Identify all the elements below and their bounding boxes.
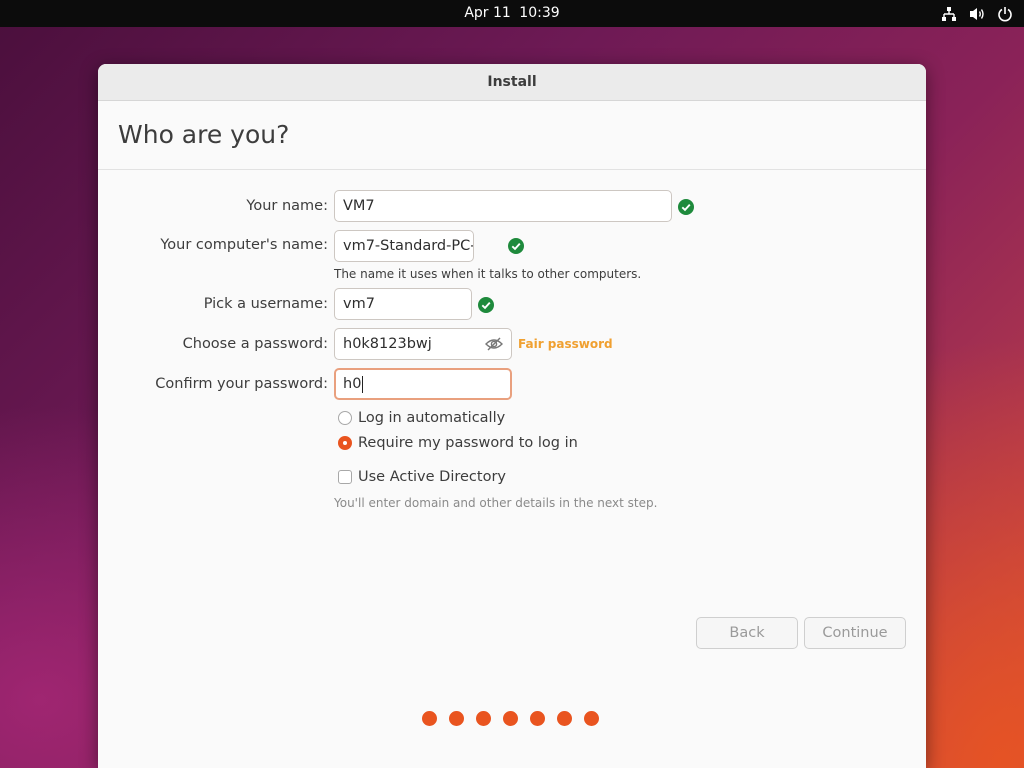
progress-dot xyxy=(449,711,464,726)
require-password-option[interactable]: Require my password to log in xyxy=(338,435,578,451)
login-automatically-option[interactable]: Log in automatically xyxy=(338,410,505,426)
name-label: Your name: xyxy=(246,198,328,214)
active-directory-checkbox[interactable] xyxy=(338,470,352,484)
username-valid-check-icon xyxy=(478,297,494,313)
confirm-password-field[interactable]: h0 xyxy=(334,368,512,400)
page-title: Who are you? xyxy=(118,120,290,149)
system-tray[interactable] xyxy=(940,4,1014,23)
progress-dot xyxy=(422,711,437,726)
progress-dot xyxy=(584,711,599,726)
confirm-password-value: h0 xyxy=(343,376,362,392)
computer-name-field[interactable]: vm7-Standard-PC-Q35- xyxy=(334,230,474,262)
volume-icon[interactable] xyxy=(968,5,986,23)
power-icon[interactable] xyxy=(996,5,1014,23)
login-automatically-radio[interactable] xyxy=(338,411,352,425)
progress-dot xyxy=(557,711,572,726)
username-field[interactable]: vm7 xyxy=(334,288,472,320)
clock[interactable]: Apr 11 10:39 xyxy=(0,0,1024,27)
require-password-label: Require my password to log in xyxy=(358,435,578,451)
active-directory-option[interactable]: Use Active Directory xyxy=(338,469,506,485)
login-automatically-label: Log in automatically xyxy=(358,410,506,426)
progress-dot xyxy=(503,711,518,726)
password-strength: Fair password xyxy=(518,337,613,351)
continue-button[interactable]: Continue xyxy=(804,617,906,649)
progress-dot xyxy=(530,711,545,726)
clock-time: 10:39 xyxy=(519,5,560,21)
back-button[interactable]: Back xyxy=(696,617,798,649)
window-title: Install xyxy=(98,64,926,101)
installer-window: Install Who are you? Your name: VM7 Your… xyxy=(98,64,926,768)
confirm-password-label: Confirm your password: xyxy=(155,376,328,392)
username-label: Pick a username: xyxy=(203,296,328,312)
progress-dot xyxy=(476,711,491,726)
active-directory-label: Use Active Directory xyxy=(358,469,506,485)
clock-date: Apr 11 xyxy=(464,5,511,21)
name-valid-check-icon xyxy=(678,199,694,215)
divider xyxy=(98,169,926,170)
top-bar: Apr 11 10:39 xyxy=(0,0,1024,27)
require-password-radio[interactable] xyxy=(338,436,352,450)
network-icon[interactable] xyxy=(940,5,958,23)
progress-dots xyxy=(422,711,599,726)
active-directory-hint: You'll enter domain and other details in… xyxy=(334,496,658,510)
computer-name-valid-check-icon xyxy=(508,238,524,254)
show-password-eye-icon[interactable] xyxy=(484,334,504,354)
name-field[interactable]: VM7 xyxy=(334,190,672,222)
password-label: Choose a password: xyxy=(182,336,328,352)
text-caret xyxy=(362,375,364,393)
computer-name-label: Your computer's name: xyxy=(160,237,328,253)
computer-name-hint: The name it uses when it talks to other … xyxy=(334,267,642,281)
